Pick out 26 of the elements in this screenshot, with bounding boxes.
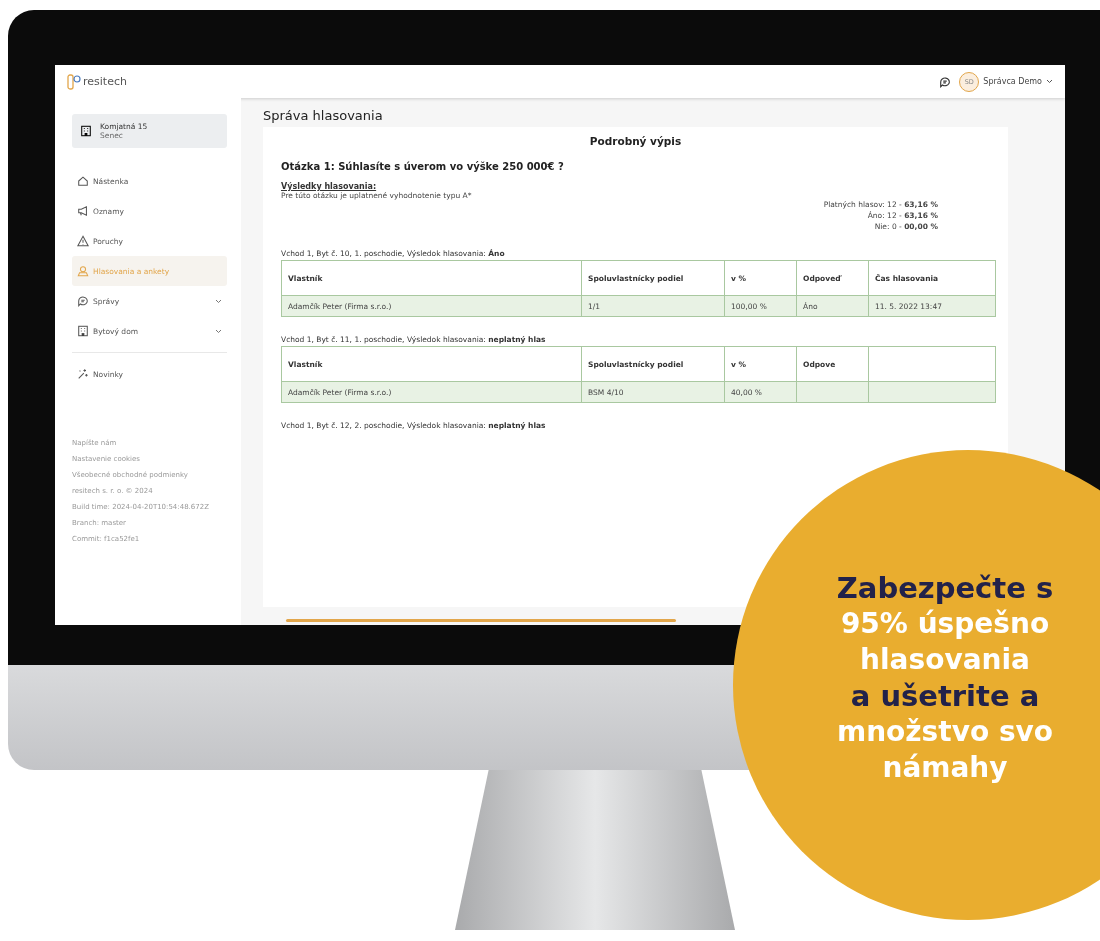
chat-icon [77,295,89,307]
promo-text: hlasovania [860,642,1030,678]
page-title: Správa hlasovania [263,108,384,123]
warning-icon [77,235,89,247]
building-icon [80,125,92,137]
results-heading: Výsledky hlasovania: [281,182,378,191]
user-name[interactable]: Správca Demo [983,77,1042,86]
chevron-icon[interactable] [1046,79,1053,84]
megaphone-icon [77,205,89,217]
question-title: Otázka 1: Súhlasíte s úverom vo výške 250 000€ ? [281,161,565,172]
report-title: Podrobný výpis [588,135,683,147]
logo-text: resitech [83,75,127,88]
logo-icon [67,73,81,90]
promo-text: Zabezpečte s [836,570,1054,606]
promo-text: množstvo svo [836,714,1054,750]
building-icon [77,325,89,337]
person-icon [77,265,89,277]
promo-text: námahy [882,750,1008,786]
chevron-icon [215,298,222,304]
scroll-bar[interactable] [286,619,676,622]
promo-text: 95% úspešno [840,606,1050,642]
sparkle-icon [77,368,89,380]
promo-text: a ušetrite a [850,678,1040,714]
chevron-icon [215,328,222,334]
home-icon [77,175,89,187]
chat-icon[interactable] [939,75,952,88]
